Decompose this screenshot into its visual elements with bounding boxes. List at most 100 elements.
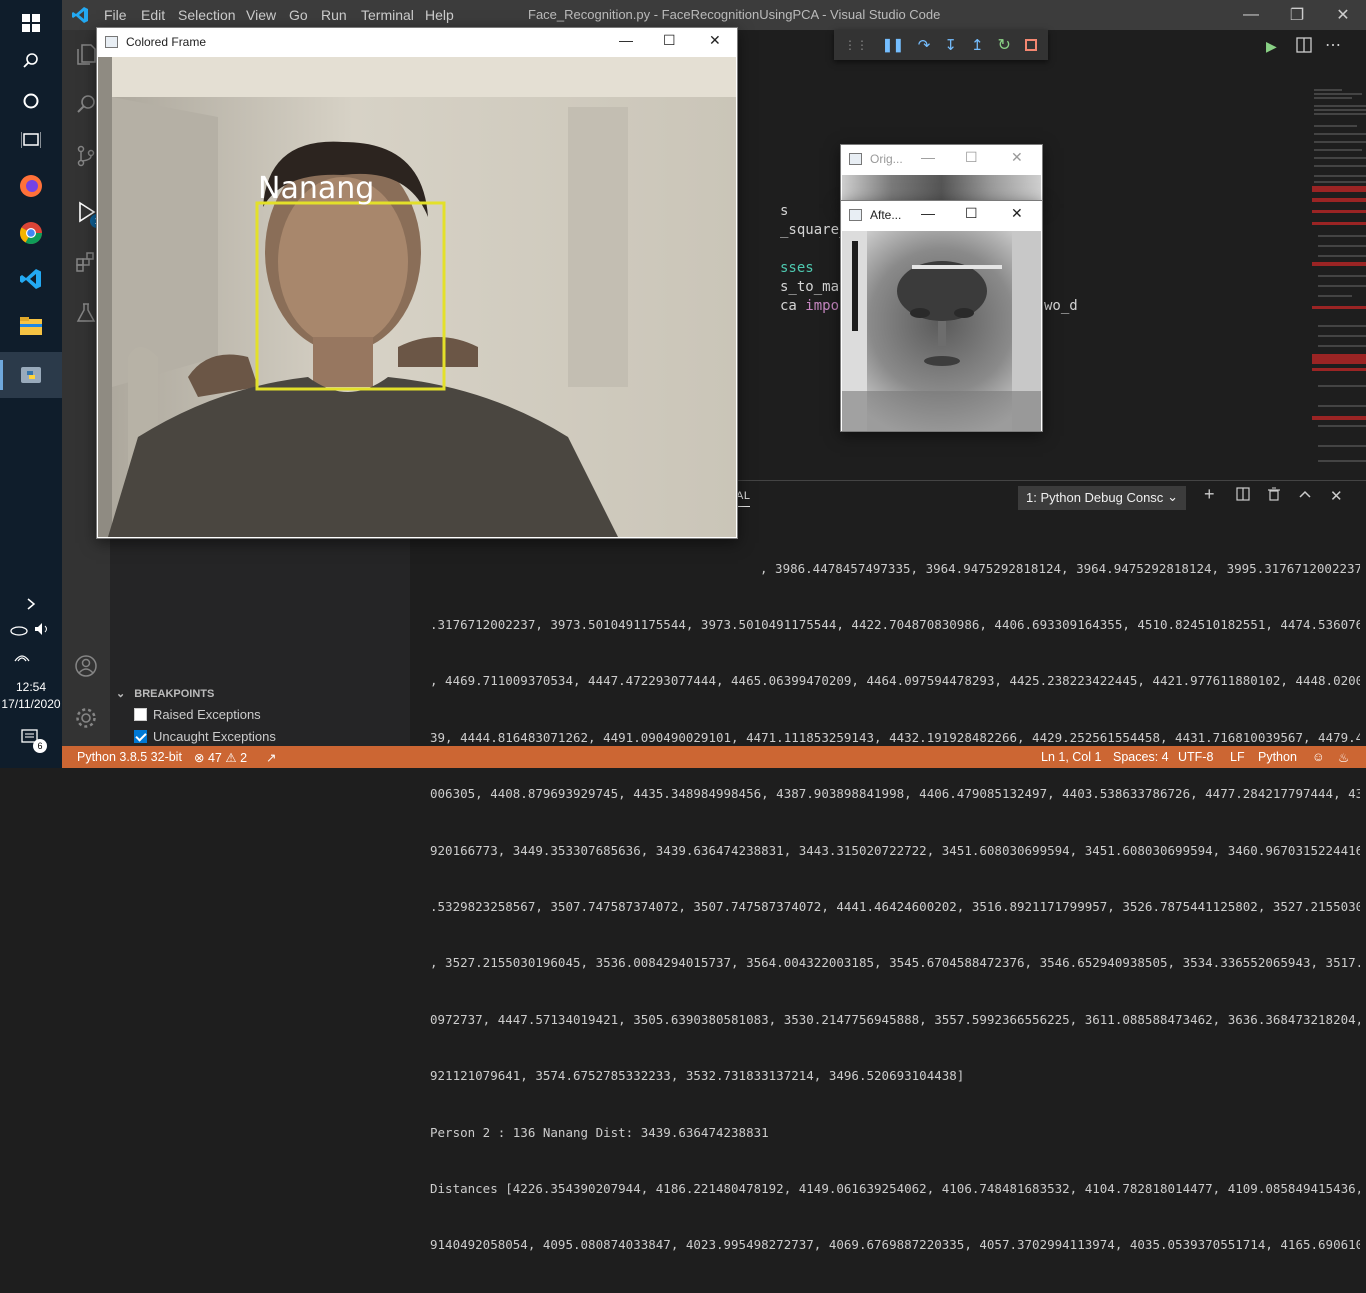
status-bar: Python 3.8.5 32-bit ⊗ 47 ⚠ 2 ↗ Ln 1, Col… [62, 746, 1366, 768]
task-view-button[interactable] [0, 117, 62, 163]
window-app-icon [849, 153, 862, 165]
maximize-button[interactable]: ☐ [663, 32, 676, 49]
colored-frame-titlebar[interactable]: Colored Frame — ☐ ✕ [97, 28, 737, 57]
terminal-output[interactable]: , 3986.4478457497335, 3964.9475292818124… [430, 522, 1360, 1293]
live-share-icon[interactable]: ↗ [266, 750, 276, 765]
taskbar-vscode[interactable] [0, 256, 62, 302]
tab-terminal[interactable]: AL [736, 490, 751, 507]
menu-terminal[interactable]: Terminal [361, 7, 414, 23]
stop-icon[interactable] [1024, 39, 1037, 51]
trash-icon[interactable] [1267, 487, 1281, 505]
notifications-bell-icon[interactable]: ♨ [1338, 750, 1349, 765]
step-over-icon[interactable]: ↷ [918, 36, 931, 54]
terminal-select-value: 1: Python Debug Consc [1026, 490, 1164, 505]
problems-indicator[interactable]: ⊗ 47 ⚠ 2 [194, 750, 247, 765]
taskbar-file-explorer[interactable] [0, 303, 62, 349]
minimize-button[interactable]: — [921, 205, 935, 221]
error-count: 47 [207, 751, 222, 765]
minimize-button[interactable]: — [921, 149, 935, 165]
taskbar-firefox[interactable] [0, 163, 62, 209]
menu-file[interactable]: File [104, 7, 127, 23]
breakpoints-header[interactable]: ⌄ BREAKPOINTS [110, 682, 410, 704]
windows-taskbar: 12:54 17/11/2020 6 [0, 0, 62, 768]
menu-view[interactable]: View [246, 7, 276, 23]
end-of-line[interactable]: LF [1230, 750, 1245, 764]
split-terminal-icon[interactable] [1236, 487, 1250, 505]
encoding[interactable]: UTF-8 [1178, 750, 1213, 764]
breakpoints-title: BREAKPOINTS [134, 688, 215, 700]
close-button[interactable]: ✕ [1011, 149, 1023, 166]
accounts-icon[interactable] [70, 650, 102, 682]
after-titlebar[interactable]: Afte... — ☐ ✕ [841, 201, 1042, 230]
close-button[interactable]: ✕ [709, 32, 721, 49]
restore-button[interactable]: ❐ [1274, 0, 1320, 30]
raised-exceptions-checkbox[interactable] [134, 707, 147, 721]
action-center-button[interactable]: 6 [0, 718, 62, 758]
more-actions-icon[interactable]: ⋯ [1325, 35, 1341, 55]
uncaught-exceptions-checkbox[interactable] [134, 729, 147, 743]
vscode-logo-icon [72, 7, 88, 23]
indentation[interactable]: Spaces: 4 [1113, 750, 1169, 764]
new-terminal-icon[interactable]: + [1204, 484, 1215, 505]
language-mode[interactable]: Python [1258, 750, 1297, 764]
clock-date[interactable]: 17/11/2020 [0, 697, 62, 711]
minimap[interactable] [1312, 86, 1366, 476]
taskbar-python[interactable] [0, 352, 62, 398]
window-app-icon [105, 36, 118, 48]
breakpoint-uncaught-exceptions[interactable]: Uncaught Exceptions [134, 726, 276, 746]
show-hidden-icons[interactable] [0, 584, 62, 624]
chrome-icon [20, 222, 42, 244]
cloud-icon[interactable] [10, 622, 28, 636]
close-button[interactable]: ✕ [1320, 0, 1366, 30]
terminal-line: , 3986.4478457497335, 3964.9475292818124… [760, 560, 1360, 576]
manage-gear-icon[interactable] [70, 702, 102, 734]
breakpoint-raised-exceptions[interactable]: Raised Exceptions [134, 704, 261, 724]
close-panel-icon[interactable]: ✕ [1330, 487, 1343, 505]
code-fragment: wo_d [1044, 298, 1078, 314]
menu-edit[interactable]: Edit [141, 7, 165, 23]
maximize-button[interactable]: ☐ [965, 205, 978, 222]
menu-help[interactable]: Help [425, 7, 454, 23]
restart-icon[interactable]: ↻ [998, 35, 1011, 55]
minimize-button[interactable]: — [619, 32, 633, 48]
step-into-icon[interactable]: ↧ [944, 36, 957, 54]
run-file-icon[interactable]: ▶ [1266, 38, 1277, 55]
face-label: Nanang [258, 171, 375, 206]
maximize-panel-icon[interactable] [1298, 487, 1312, 505]
code-fragment: ca [780, 298, 806, 314]
original-face-image [842, 175, 1041, 203]
close-button[interactable]: ✕ [1011, 205, 1023, 222]
step-out-icon[interactable]: ↥ [971, 36, 984, 54]
terminal-line: 0972737, 4447.57134019421, 3505.63903805… [430, 1011, 1360, 1027]
firefox-icon [20, 175, 42, 197]
feedback-icon[interactable]: ☺ [1312, 750, 1325, 764]
code-line: s [780, 203, 789, 219]
volume-icon[interactable] [34, 622, 50, 636]
cortana-icon [23, 93, 39, 109]
terminal-line: , 3527.2155030196045, 3536.0084294015737… [430, 955, 1360, 971]
menu-run[interactable]: Run [321, 7, 347, 23]
taskbar-chrome[interactable] [0, 210, 62, 256]
maximize-button[interactable]: ☐ [965, 149, 978, 166]
minimap-graphic [1312, 89, 1366, 462]
python-interpreter[interactable]: Python 3.8.5 32-bit [77, 750, 182, 764]
reconstructed-face-image [842, 231, 1041, 431]
split-editor-icon[interactable] [1296, 37, 1312, 58]
menu-selection[interactable]: Selection [178, 7, 236, 23]
clock-time[interactable]: 12:54 [0, 680, 62, 694]
notification-badge: 6 [33, 739, 47, 753]
code-line: sses [780, 260, 814, 276]
pause-icon[interactable]: ❚❚ [882, 37, 904, 53]
breakpoint-label: Raised Exceptions [153, 706, 261, 722]
minimize-button[interactable]: — [1228, 0, 1274, 30]
original-titlebar[interactable]: Orig... — ☐ ✕ [841, 145, 1042, 174]
terminal-select[interactable]: 1: Python Debug Consc ⌄ [1018, 486, 1186, 510]
colored-frame-window: Colored Frame — ☐ ✕ Nanang [96, 27, 738, 539]
active-indicator [0, 360, 3, 390]
chevron-down-icon: ⌄ [1167, 489, 1178, 504]
cursor-position[interactable]: Ln 1, Col 1 [1041, 750, 1101, 764]
window-title: Face_Recognition.py - FaceRecognitionUsi… [528, 7, 941, 22]
menu-go[interactable]: Go [289, 7, 308, 23]
drag-handle-icon[interactable]: ⋮⋮ [844, 38, 868, 52]
network-icon[interactable] [14, 648, 30, 667]
